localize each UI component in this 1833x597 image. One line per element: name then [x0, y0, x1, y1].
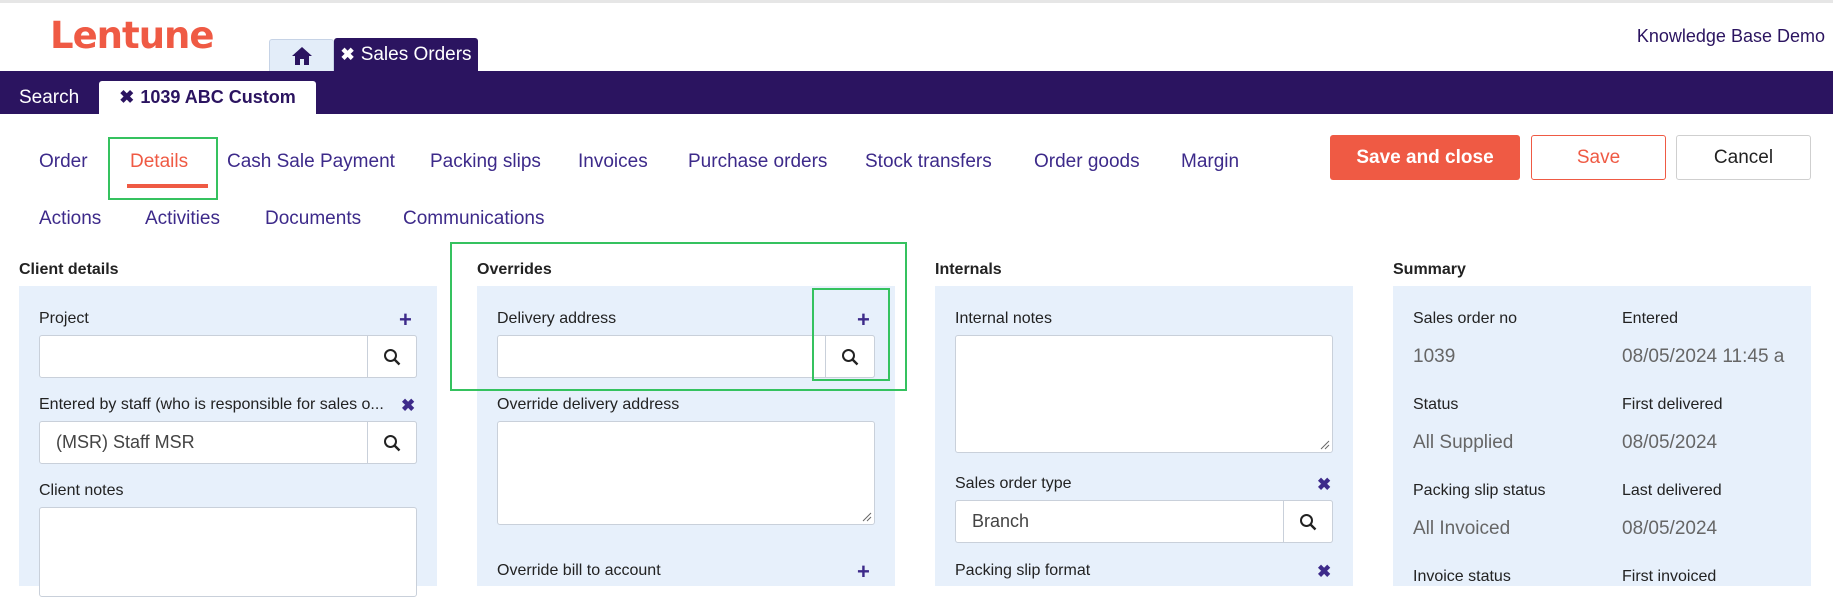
sales-orders-tab[interactable]: ✖ Sales Orders	[334, 38, 478, 72]
summary-panel: Sales order no 1039 Entered 08/05/2024 1…	[1393, 286, 1811, 586]
internal-notes-label: Internal notes	[955, 310, 1052, 327]
internal-notes-field[interactable]	[955, 335, 1333, 453]
search-icon	[1300, 513, 1317, 530]
user-label[interactable]: Knowledge Base Demo	[1637, 26, 1825, 47]
top-border	[0, 0, 1833, 3]
override-delivery-address-field[interactable]	[497, 421, 875, 525]
tab-order[interactable]: Order	[39, 151, 88, 173]
delivery-address-highlight	[812, 288, 890, 381]
client-notes-field[interactable]	[39, 507, 417, 597]
sales-order-type-label: Sales order type	[955, 475, 1072, 492]
home-tab[interactable]	[269, 39, 334, 72]
entered-by-value: (MSR) Staff MSR	[56, 432, 195, 452]
tab-actions[interactable]: Actions	[39, 208, 101, 230]
summary-value: 08/05/2024	[1622, 518, 1718, 539]
sales-order-type-search-button[interactable]	[1283, 500, 1333, 543]
search-icon	[384, 348, 401, 365]
summary-value: All Invoiced	[1413, 518, 1511, 539]
search-icon	[384, 434, 401, 451]
close-record-tab-icon[interactable]: ✖	[119, 87, 134, 108]
tab-order-goods[interactable]: Order goods	[1034, 151, 1140, 173]
sales-order-type-value: Branch	[972, 511, 1030, 531]
project-label: Project	[39, 310, 89, 327]
add-project-icon[interactable]: +	[399, 309, 412, 331]
tab-cash-sale-payment[interactable]: Cash Sale Payment	[227, 151, 395, 173]
record-tab[interactable]: ✖ 1039 ABC Custom	[99, 81, 316, 114]
tab-packing-slips[interactable]: Packing slips	[430, 151, 541, 173]
clear-entered-by-icon[interactable]: ✖	[401, 396, 415, 416]
record-tab-label: 1039 ABC Custom	[140, 87, 296, 107]
save-button[interactable]: Save	[1531, 135, 1666, 180]
save-and-close-button[interactable]: Save and close	[1330, 135, 1520, 180]
resize-grip-icon[interactable]	[1320, 440, 1330, 450]
add-bill-to-icon[interactable]: +	[857, 561, 870, 583]
internals-panel: Internal notes Sales order type ✖ Branch…	[935, 286, 1353, 586]
tab-activities[interactable]: Activities	[145, 208, 220, 230]
summary-label: First invoiced	[1622, 568, 1717, 585]
entered-by-label: Entered by staff (who is responsible for…	[39, 396, 384, 413]
packing-slip-format-label: Packing slip format	[955, 562, 1091, 579]
tab-margin[interactable]: Margin	[1181, 151, 1239, 173]
sales-order-type-field[interactable]: Branch	[955, 500, 1333, 543]
resize-grip-icon[interactable]	[862, 512, 872, 522]
client-details-panel: Project + Entered by staff (who is respo…	[19, 286, 437, 597]
summary-label: Invoice status	[1413, 568, 1511, 585]
tab-documents[interactable]: Documents	[265, 208, 361, 230]
clear-packing-slip-format-icon[interactable]: ✖	[1317, 562, 1331, 582]
entered-by-search-button[interactable]	[367, 421, 417, 464]
project-field[interactable]	[39, 335, 417, 378]
nav-search[interactable]: Search	[19, 87, 79, 109]
cancel-button[interactable]: Cancel	[1676, 135, 1811, 180]
summary-title: Summary	[1393, 261, 1466, 278]
tab-stock-transfers[interactable]: Stock transfers	[865, 151, 992, 173]
summary-label: Status	[1413, 396, 1459, 413]
summary-label: Packing slip status	[1413, 482, 1546, 499]
client-details-title: Client details	[19, 261, 119, 278]
clear-sales-order-type-icon[interactable]: ✖	[1317, 475, 1331, 495]
nav-bar: Search ✖ 1039 ABC Custom	[0, 71, 1833, 114]
entered-by-field[interactable]: (MSR) Staff MSR	[39, 421, 417, 464]
summary-label: First delivered	[1622, 396, 1723, 413]
project-search-button[interactable]	[367, 335, 417, 378]
lentune-logo[interactable]: Lentune	[50, 14, 214, 57]
summary-value: 08/05/2024 11:45 a	[1622, 346, 1785, 367]
sales-orders-tab-label: Sales Orders	[360, 44, 472, 65]
tab-invoices[interactable]: Invoices	[578, 151, 648, 173]
summary-label: Last delivered	[1622, 482, 1722, 499]
home-icon	[291, 47, 312, 65]
override-delivery-address-label: Override delivery address	[497, 396, 680, 413]
internals-title: Internals	[935, 261, 1002, 278]
override-bill-to-label: Override bill to account	[497, 562, 661, 579]
summary-label: Sales order no	[1413, 310, 1518, 327]
tab-purchase-orders[interactable]: Purchase orders	[688, 151, 827, 173]
summary-value: All Supplied	[1413, 432, 1514, 453]
summary-value: 08/05/2024	[1622, 432, 1718, 453]
client-notes-label: Client notes	[39, 482, 124, 499]
tab-communications[interactable]: Communications	[403, 208, 545, 230]
details-tab-highlight	[108, 137, 218, 200]
close-tab-icon[interactable]: ✖	[340, 45, 354, 65]
summary-label: Entered	[1622, 310, 1679, 327]
summary-value: 1039	[1413, 346, 1456, 367]
